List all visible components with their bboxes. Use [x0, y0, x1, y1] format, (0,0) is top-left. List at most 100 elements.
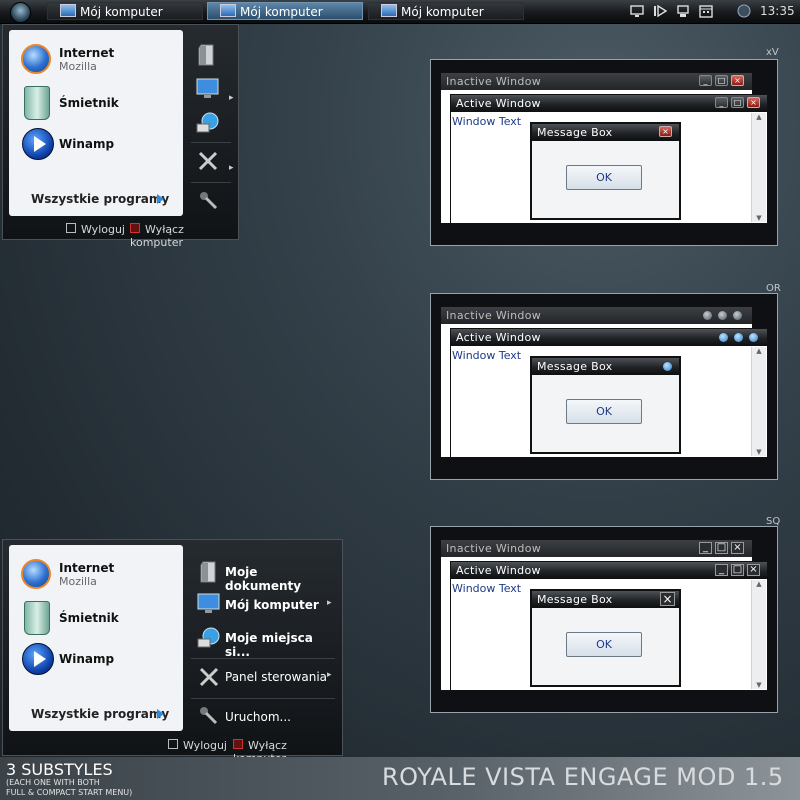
minimize-button[interactable] [703, 311, 712, 320]
maximize-button[interactable] [734, 333, 743, 342]
calendar-icon[interactable] [699, 4, 713, 18]
close-button[interactable]: × [660, 592, 675, 606]
vertical-scrollbar[interactable]: ▲ ▼ [751, 347, 766, 456]
pinned-item-internet[interactable]: Internet Mozilla [9, 42, 183, 78]
vertical-scrollbar[interactable]: ▲ ▼ [751, 113, 766, 222]
logoff-button[interactable]: Wyloguj [66, 223, 125, 236]
ok-button[interactable]: OK [566, 632, 642, 657]
minimize-button[interactable]: _ [715, 97, 728, 108]
scroll-down-icon[interactable]: ▼ [752, 214, 766, 222]
minimize-button[interactable]: _ [699, 75, 712, 86]
ok-button[interactable]: OK [566, 165, 642, 190]
message-box-titlebar[interactable]: Message Box [532, 358, 679, 375]
pinned-item-recycle-bin[interactable]: Śmietnik [9, 86, 183, 122]
documents-icon[interactable] [196, 43, 220, 67]
pinned-item-title: Śmietnik [59, 96, 119, 110]
recycle-bin-icon [24, 601, 50, 635]
scroll-up-icon[interactable]: ▲ [752, 580, 766, 588]
all-programs-button[interactable]: Wszystkie programy [19, 190, 175, 208]
minimize-button[interactable]: _ [715, 564, 728, 576]
start-orb-button[interactable] [10, 2, 31, 23]
taskbar-button-1[interactable]: Mój komputer [47, 2, 203, 20]
pinned-item-winamp[interactable]: Winamp [9, 127, 183, 163]
taskbar-button-2[interactable]: Mój komputer [207, 2, 363, 20]
preview-box-xv: Inactive Window _ □ × Active Window _ □ … [430, 59, 778, 246]
ok-button[interactable]: OK [566, 399, 642, 424]
scroll-down-icon[interactable]: ▼ [752, 681, 766, 689]
message-box[interactable]: Message Box × OK [530, 122, 681, 220]
arrow-right-icon: ▸ [229, 163, 234, 173]
media-icon[interactable] [653, 4, 668, 18]
documents-icon [200, 561, 216, 583]
close-button[interactable]: × [747, 97, 760, 108]
vertical-scrollbar[interactable]: ▲ ▼ [751, 580, 766, 689]
minimize-button[interactable] [719, 333, 728, 342]
window-title: Message Box [537, 593, 613, 606]
computer-icon [220, 4, 236, 17]
message-box-titlebar[interactable]: Message Box [532, 591, 679, 608]
message-box[interactable]: Message Box × OK [530, 589, 681, 687]
menu-item-my-documents[interactable]: Moje dokumenty [196, 560, 336, 593]
close-button[interactable] [733, 311, 742, 320]
maximize-button[interactable]: □ [715, 75, 728, 86]
pinned-item-recycle-bin[interactable]: Śmietnik [9, 601, 183, 637]
menu-item-network-places[interactable]: Moje miejsca si... [196, 626, 336, 659]
maximize-button[interactable]: □ [731, 564, 744, 576]
message-box-titlebar[interactable]: Message Box [532, 124, 679, 141]
scroll-up-icon[interactable]: ▲ [752, 113, 766, 121]
message-box[interactable]: Message Box OK [530, 356, 681, 454]
taskbar-button-3[interactable]: Mój komputer [368, 2, 524, 20]
minimize-button[interactable]: _ [699, 542, 712, 554]
close-button[interactable]: × [659, 126, 672, 137]
computer-icon [381, 4, 397, 17]
close-button[interactable]: × [731, 542, 744, 554]
pinned-item-winamp[interactable]: Winamp [9, 642, 183, 678]
globe-icon[interactable] [737, 4, 751, 18]
pinned-item-title: Śmietnik [59, 611, 119, 625]
winamp-icon [22, 128, 54, 160]
winamp-icon [22, 643, 54, 675]
scroll-up-icon[interactable]: ▲ [752, 347, 766, 355]
recycle-bin-icon [24, 86, 50, 120]
window-text: Window Text [452, 349, 522, 362]
substyle-label: xV [766, 47, 779, 58]
divider [191, 698, 335, 699]
close-button[interactable] [749, 333, 758, 342]
maximize-button[interactable]: □ [715, 542, 728, 554]
window-title: Active Window [456, 97, 541, 110]
menu-item-run[interactable]: Uruchom... [196, 705, 336, 729]
footer-note-line: (EACH ONE WITH BOTH [6, 778, 100, 787]
window-text: Window Text [452, 115, 522, 128]
window-title: Message Box [537, 126, 613, 139]
network-icon[interactable] [676, 4, 690, 18]
monitor-icon[interactable] [630, 4, 644, 18]
maximize-button[interactable] [718, 311, 727, 320]
pinned-item-subtitle: Mozilla [59, 60, 97, 73]
maximize-button[interactable]: □ [731, 97, 744, 108]
tools-icon[interactable] [196, 149, 220, 173]
clock[interactable]: 13:35 [760, 0, 795, 23]
logoff-button[interactable]: Wyloguj [168, 739, 227, 752]
footer-title: ROYALE VISTA ENGAGE MOD 1.5 [382, 763, 784, 791]
all-programs-button[interactable]: Wszystkie programy [19, 705, 175, 723]
pinned-item-internet[interactable]: Internet Mozilla [9, 557, 183, 593]
footer-note-line: FULL & COMPACT START MENU) [6, 788, 133, 797]
arrow-right-icon: ▸ [229, 93, 234, 103]
shutdown-button[interactable]: Wyłącz komputer [130, 223, 238, 249]
menu-item-my-computer[interactable]: Mój komputer ▸ [196, 593, 336, 617]
close-button[interactable]: × [747, 564, 760, 576]
arrow-right-icon: ▸ [327, 598, 332, 608]
taskbar-button-label: Mój komputer [80, 5, 163, 19]
computer-icon [197, 593, 220, 613]
power-icon [233, 739, 243, 749]
run-icon[interactable] [198, 190, 220, 212]
window-title: Inactive Window [446, 309, 542, 322]
window-title: Inactive Window [446, 542, 542, 555]
network-places-icon[interactable] [196, 111, 220, 133]
scroll-down-icon[interactable]: ▼ [752, 448, 766, 456]
computer-icon[interactable] [196, 78, 220, 100]
close-button[interactable]: × [731, 75, 744, 86]
close-button[interactable] [663, 362, 672, 371]
menu-item-control-panel[interactable]: Panel sterowania ▸ [196, 665, 336, 689]
footer-banner: 3 SUBSTYLES (EACH ONE WITH BOTH FULL & C… [0, 757, 800, 800]
